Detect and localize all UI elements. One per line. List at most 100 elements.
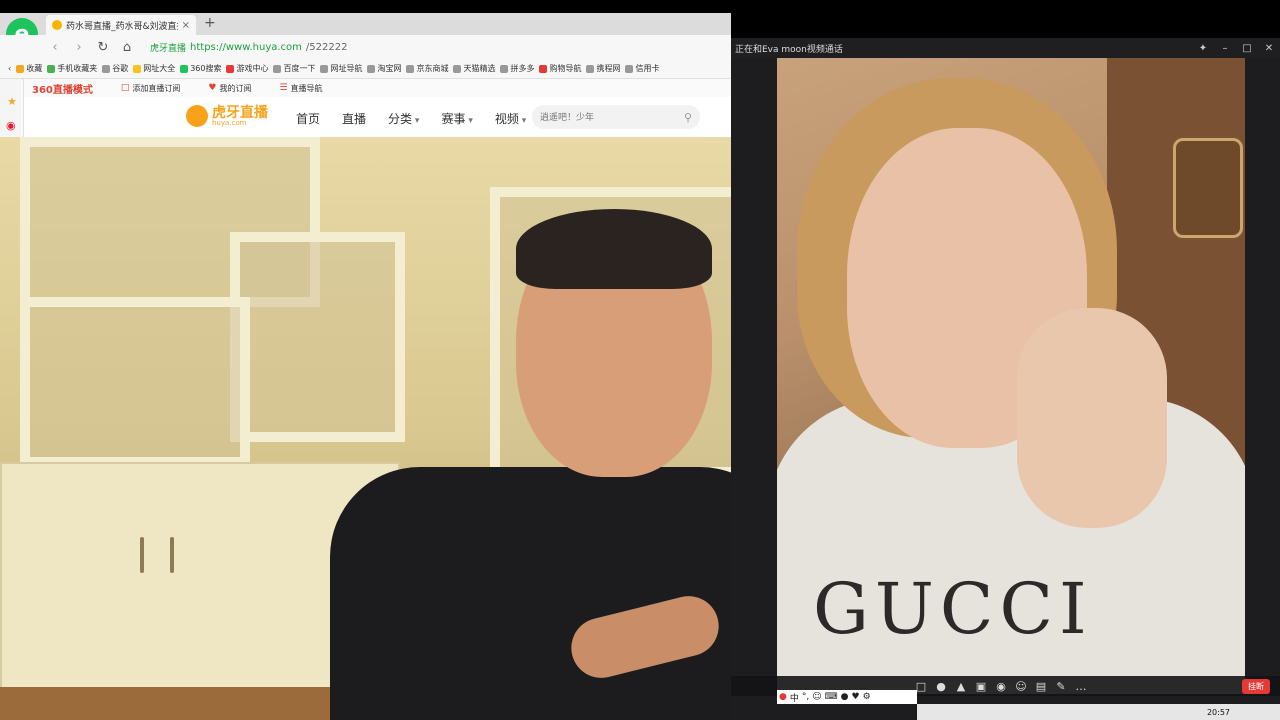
bookmark-collapse-icon[interactable]: ‹ <box>8 64 11 73</box>
page-icon <box>273 64 282 73</box>
page-icon <box>500 64 509 73</box>
bookmark-item[interactable]: 网址大全 <box>133 63 175 74</box>
bookmark-item[interactable]: 购物导航 <box>539 63 581 74</box>
bookmark-item[interactable]: 收藏 <box>16 63 42 74</box>
ime-toolbar: ● 中 °, ☺ ⌨ ● ♥ ⚙ <box>777 690 917 704</box>
page-icon <box>586 64 595 73</box>
more-icon[interactable]: … <box>1071 680 1091 693</box>
nav-home[interactable]: 首页 <box>296 110 320 127</box>
favorites-star-icon[interactable]: ★ <box>7 95 17 108</box>
search-box: ⚲ <box>532 105 700 129</box>
star-icon <box>16 64 25 73</box>
maximize-icon[interactable]: □ <box>1236 43 1258 54</box>
huya-menu: 首页 直播 分类 赛事 视频 <box>296 110 526 127</box>
close-icon[interactable]: ✕ <box>1258 43 1280 54</box>
emoji-icon[interactable]: ☺ <box>812 692 821 702</box>
back-icon[interactable]: ‹ <box>48 40 62 55</box>
skin-icon[interactable]: ♥ <box>852 692 860 702</box>
my-subscription-button[interactable]: ♥ 我的订阅 <box>208 83 251 94</box>
minimize-icon[interactable]: – <box>1214 43 1236 54</box>
bag <box>1173 138 1243 238</box>
tab-title: 药水哥直播_药水哥&刘波直播间 <box>66 21 178 32</box>
sogou-icon[interactable]: ● <box>779 692 787 702</box>
nav-video[interactable]: 视频 <box>495 110 526 127</box>
bookmark-item[interactable]: 信用卡 <box>625 63 659 74</box>
page-icon <box>406 64 415 73</box>
bookmark-item[interactable]: 360搜索 <box>180 63 221 74</box>
phone-icon <box>47 64 56 73</box>
tab-close-icon[interactable]: × <box>182 20 190 31</box>
hangup-button[interactable]: 挂断 <box>1242 679 1270 694</box>
call-title: 正在和Eva moon视频通话 <box>735 44 843 55</box>
home-icon[interactable]: ⌂ <box>120 40 134 55</box>
edit-icon[interactable]: ✎ <box>1051 680 1071 693</box>
bookmark-item[interactable]: 天猫精选 <box>453 63 495 74</box>
bookmark-item[interactable]: 拼多多 <box>500 63 534 74</box>
address-bar: ‹ › ↻ ⌂ 虎牙直播 https://www.huya.com /52222… <box>0 35 731 59</box>
call-titlebar: 正在和Eva moon视频通话 ✦ – □ ✕ <box>731 38 1280 58</box>
refresh-icon[interactable]: ↻ <box>96 40 110 55</box>
bookmark-item[interactable]: 网址导航 <box>320 63 362 74</box>
tv-icon: □ <box>120 83 130 93</box>
game-icon <box>226 64 235 73</box>
search-icon[interactable]: ⚲ <box>684 111 692 124</box>
video-call-window: 正在和Eva moon视频通话 ✦ – □ ✕ GUCCI □ ● ▲ ▣ ◉ … <box>731 38 1280 720</box>
bookmark-item[interactable]: 淘宝网 <box>367 63 401 74</box>
pin-icon[interactable]: ✦ <box>1192 43 1214 54</box>
punctuation-icon[interactable]: °, <box>802 692 809 702</box>
cabinet-handle <box>140 537 144 573</box>
search-input[interactable] <box>540 112 684 122</box>
site-badge: 虎牙直播 <box>150 43 187 54</box>
page-icon <box>625 64 634 73</box>
bookmark-item[interactable]: 谷歌 <box>102 63 128 74</box>
page-icon <box>367 64 376 73</box>
nav-live[interactable]: 直播 <box>342 110 366 127</box>
forward-icon[interactable]: › <box>72 40 86 55</box>
globe-icon <box>133 64 142 73</box>
huya-logo-icon <box>186 105 208 127</box>
speaker-icon[interactable]: ▲ <box>951 680 971 693</box>
list-icon: ☰ <box>279 83 288 93</box>
settings-icon[interactable]: ⚙ <box>863 692 871 702</box>
taskbar: 20:57 <box>917 704 1280 720</box>
screenshot-icon[interactable]: ◉ <box>991 680 1011 693</box>
nav-events[interactable]: 赛事 <box>441 110 472 127</box>
bookmark-item[interactable]: 手机收藏夹 <box>47 63 97 74</box>
top-black-strip <box>0 0 1280 13</box>
heart-icon: ♥ <box>208 83 217 93</box>
url-field[interactable]: 虎牙直播 https://www.huya.com /522222 <box>150 41 347 54</box>
microphone-icon[interactable]: ● <box>931 680 951 693</box>
nav-category[interactable]: 分类 <box>388 110 419 127</box>
layout-icon[interactable]: ▤ <box>1031 680 1051 693</box>
page-icon <box>453 64 462 73</box>
keyboard-icon[interactable]: ⌨ <box>825 692 838 702</box>
streamer <box>320 209 777 720</box>
cart-icon <box>539 64 548 73</box>
bookmark-item[interactable]: 百度一下 <box>273 63 315 74</box>
tab-strip: 药水哥直播_药水哥&刘波直播间 × + <box>0 13 731 35</box>
live-nav-button[interactable]: ☰ 直播导航 <box>279 83 322 94</box>
live-mode-bar: 360直播模式 □ 添加直播订阅 ♥ 我的订阅 ☰ 直播导航 <box>24 79 731 97</box>
remote-video[interactable]: GUCCI <box>777 58 1245 694</box>
voice-icon[interactable]: ● <box>841 692 849 702</box>
ime-language[interactable]: 中 <box>790 691 799 704</box>
add-subscription-button[interactable]: □ 添加直播订阅 <box>121 83 181 94</box>
camera-icon[interactable]: ▣ <box>971 680 991 693</box>
url-domain: https://www.huya.com <box>190 41 302 53</box>
weibo-icon[interactable]: ◉ <box>6 119 16 132</box>
page-icon <box>102 64 111 73</box>
live-mode-label: 360直播模式 <box>32 84 93 96</box>
bookmark-item[interactable]: 游戏中心 <box>226 63 268 74</box>
huya-logo[interactable]: 虎牙直播 huya.com <box>186 105 268 127</box>
stream-video[interactable] <box>0 137 777 720</box>
cabinet-handle <box>170 537 174 573</box>
url-path: /522222 <box>305 41 348 53</box>
huya-nav: 虎牙直播 huya.com 首页 直播 分类 赛事 视频 ⚲ <box>24 97 731 137</box>
page-icon <box>320 64 329 73</box>
effects-icon[interactable]: ☺ <box>1011 680 1031 693</box>
browser-tab[interactable]: 药水哥直播_药水哥&刘波直播间 × <box>46 15 196 35</box>
bookmark-item[interactable]: 京东商城 <box>406 63 448 74</box>
bookmark-item[interactable]: 携程网 <box>586 63 620 74</box>
new-tab-button[interactable]: + <box>204 15 216 31</box>
huya-favicon-icon <box>52 20 62 30</box>
